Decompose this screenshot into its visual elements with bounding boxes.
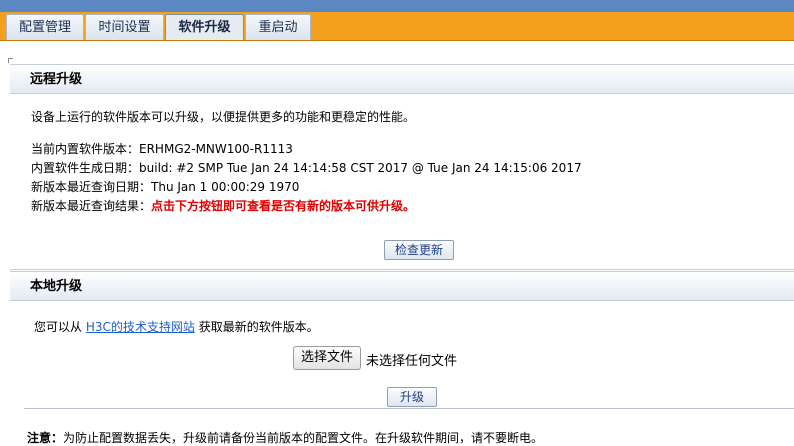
current-version-label: 当前内置软件版本：: [31, 142, 140, 156]
build-date-value: build: #2 SMP Tue Jan 24 14:14:58 CST 20…: [139, 161, 582, 175]
top-strip: [0, 0, 794, 12]
last-query-date-label: 新版本最近查询日期：: [31, 180, 152, 194]
tab-bar: 配置管理 时间设置 软件升级 重启动: [0, 12, 794, 41]
last-query-date-value: Thu Jan 1 00:00:29 1970: [151, 180, 300, 194]
tab-software-upgrade[interactable]: 软件升级: [165, 14, 244, 40]
upgrade-panel: 远程升级 设备上运行的软件版本可以升级，以便提供更多的功能和更稳定的性能。 当前…: [10, 62, 794, 441]
last-query-result-row: 新版本最近查询结果：点击下方按钮即可查看是否有新的版本可供升级。: [31, 197, 415, 214]
choose-file-button[interactable]: 选择文件: [293, 346, 361, 370]
no-file-selected-text: 未选择任何文件: [366, 354, 458, 369]
local-hint-suffix: 获取最新的软件版本。: [198, 320, 319, 334]
note-row: 注意：为防止配置数据丢失，升级前请备份当前版本的配置文件。在升级软件期间，请不要…: [27, 429, 543, 446]
tab-reboot[interactable]: 重启动: [245, 14, 311, 40]
section-divider: [10, 269, 794, 270]
check-update-button[interactable]: 检查更新: [384, 240, 454, 260]
last-query-result-value: 点击下方按钮即可查看是否有新的版本可供升级。: [151, 199, 416, 213]
current-version-row: 当前内置软件版本：ERHMG2-MNW100-R1113: [31, 140, 293, 157]
last-query-date-row: 新版本最近查询日期：Thu Jan 1 00:00:29 1970: [31, 178, 299, 195]
tab-time-settings[interactable]: 时间设置: [85, 14, 164, 40]
h3c-support-link[interactable]: H3C的技术支持网站: [86, 320, 195, 334]
remote-upgrade-header: 远程升级: [10, 64, 794, 94]
local-hint: 您可以从 H3C的技术支持网站 获取最新的软件版本。: [34, 318, 319, 335]
build-date-row: 内置软件生成日期：build: #2 SMP Tue Jan 24 14:14:…: [31, 159, 582, 176]
note-label: 注意：: [27, 431, 64, 445]
local-upgrade-header: 本地升级: [10, 271, 794, 301]
note-divider: [24, 408, 794, 409]
last-query-result-label: 新版本最近查询结果：: [31, 199, 152, 213]
upgrade-button[interactable]: 升级: [387, 387, 437, 407]
current-version-value: ERHMG2-MNW100-R1113: [139, 142, 293, 156]
note-text: 为防止配置数据丢失，升级前请备份当前版本的配置文件。在升级软件期间，请不要断电。: [63, 431, 544, 445]
build-date-label: 内置软件生成日期：: [31, 161, 140, 175]
remote-description: 设备上运行的软件版本可以升级，以便提供更多的功能和更稳定的性能。: [31, 110, 416, 124]
local-hint-prefix: 您可以从: [34, 320, 83, 334]
tab-config-management[interactable]: 配置管理: [6, 14, 84, 40]
